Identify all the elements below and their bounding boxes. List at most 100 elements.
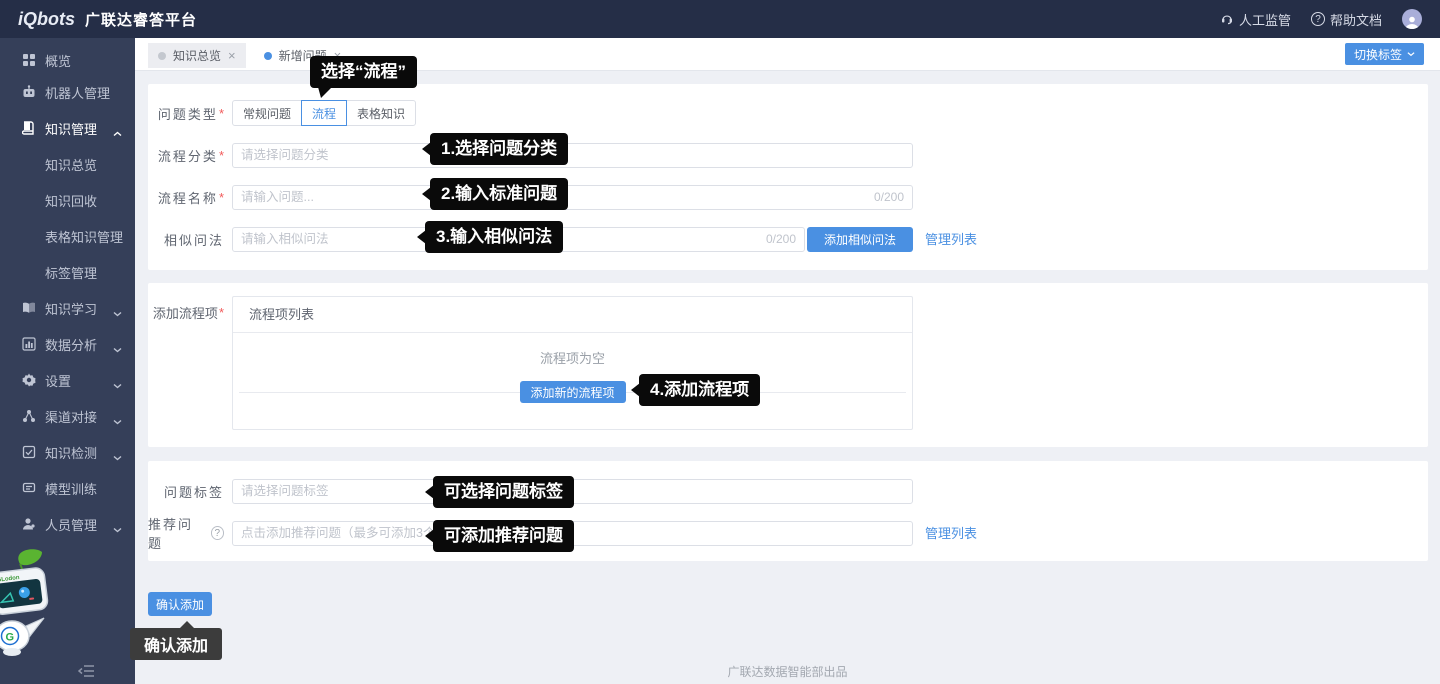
sidebar-item-label: 模型训练 <box>45 479 97 498</box>
tags-panel: 问题标签 推荐问题 ? 管理列表 <box>148 461 1428 561</box>
chevron-up-icon <box>113 125 122 140</box>
manual-review-label: 人工监管 <box>1239 10 1291 29</box>
process-items-list-title: 流程项列表 <box>233 297 912 333</box>
sidebar-item-label: 知识检测 <box>45 443 97 462</box>
required-asterisk: * <box>219 190 224 205</box>
sidebar-item-label: 知识回收 <box>45 191 97 210</box>
question-type-segmented-control: 常规问题 流程 表格知识 <box>232 100 416 126</box>
product-name: 广联达睿答平台 <box>85 9 197 30</box>
sidebar-item-robot-management[interactable]: 机器人管理 <box>0 74 135 110</box>
grid-icon <box>22 53 36 67</box>
sidebar-item-knowledge-management[interactable]: 知识管理 <box>0 110 135 146</box>
sidebar-item-settings[interactable]: 设置 <box>0 362 135 398</box>
sidebar-item-knowledge-overview[interactable]: 知识总览 <box>0 146 135 182</box>
sidebar-item-knowledge-recycle[interactable]: 知识回收 <box>0 182 135 218</box>
sidebar-item-label: 知识学习 <box>45 299 97 318</box>
question-circle-icon: ? <box>1311 12 1325 26</box>
sidebar-item-model-training[interactable]: 模型训练 <box>0 470 135 506</box>
help-docs-link[interactable]: ? 帮助文档 <box>1311 10 1382 29</box>
process-name-input[interactable] <box>232 185 913 210</box>
sidebar-item-table-knowledge-management[interactable]: 表格知识管理 <box>0 218 135 254</box>
close-icon[interactable]: × <box>228 49 236 62</box>
callout-step4: 4.添加流程项 <box>639 374 760 406</box>
process-items-panel: 添加流程项* 流程项列表 流程项为空 添加新的流程项 <box>148 283 1428 447</box>
chevron-down-icon <box>113 341 122 356</box>
process-category-label: 流程分类* <box>148 146 232 165</box>
chevron-down-icon <box>113 449 122 464</box>
question-type-option-process[interactable]: 流程 <box>301 100 347 126</box>
robot-icon <box>22 85 36 99</box>
sidebar-item-label: 设置 <box>45 371 71 390</box>
sidebar-item-personnel-management[interactable]: 人员管理 <box>0 506 135 542</box>
callout-tags: 可选择问题标签 <box>433 476 574 508</box>
svg-text:G: G <box>6 632 15 644</box>
question-type-option-table[interactable]: 表格知识 <box>346 100 416 126</box>
tab-label: 知识总览 <box>173 47 221 64</box>
similar-question-label: 相似问法 <box>148 230 232 249</box>
recommend-question-label: 推荐问题 ? <box>148 514 232 552</box>
sidebar-item-label: 标签管理 <box>45 263 97 282</box>
sidebar-item-label: 知识总览 <box>45 155 97 174</box>
add-similar-question-button[interactable]: 添加相似问法 <box>807 227 913 252</box>
tab-knowledge-overview[interactable]: 知识总览 × <box>148 43 246 68</box>
process-items-empty-text: 流程项为空 <box>233 348 912 367</box>
share-nodes-icon <box>22 409 36 423</box>
sidebar-item-label: 渠道对接 <box>45 407 97 426</box>
manage-recommend-list-link[interactable]: 管理列表 <box>925 521 977 546</box>
question-type-label: 问题类型* <box>148 104 232 123</box>
brand-name: iQbots <box>18 9 75 30</box>
sidebar-item-knowledge-check[interactable]: 知识检测 <box>0 434 135 470</box>
callout-select-process: 选择“流程” <box>310 56 417 88</box>
sidebar-item-knowledge-learning[interactable]: 知识学习 <box>0 290 135 326</box>
sidebar-item-overview[interactable]: 概览 <box>0 42 135 78</box>
bar-chart-icon <box>22 337 36 351</box>
question-type-option-regular[interactable]: 常规问题 <box>232 100 302 126</box>
process-items-box: 流程项列表 流程项为空 添加新的流程项 <box>232 296 913 430</box>
add-process-item-button[interactable]: 添加新的流程项 <box>519 381 625 403</box>
sidebar-item-data-analysis[interactable]: 数据分析 <box>0 326 135 362</box>
required-asterisk: * <box>219 148 224 163</box>
gear-icon <box>22 373 36 387</box>
sidebar-item-label: 表格知识管理 <box>45 227 123 246</box>
headset-icon <box>1220 11 1234 28</box>
manual-review-link[interactable]: 人工监管 <box>1220 10 1291 29</box>
callout-step3: 3.输入相似问法 <box>425 221 563 253</box>
user-avatar[interactable] <box>1402 9 1422 29</box>
question-tags-label: 问题标签 <box>148 482 232 501</box>
chevron-down-icon <box>113 377 122 392</box>
footer-credit: 广联达数据智能部出品 <box>135 663 1440 680</box>
tab-status-dot <box>264 52 272 60</box>
mascot-robot[interactable]: GLodon G <box>0 548 60 658</box>
help-icon[interactable]: ? <box>211 526 225 540</box>
app-header: iQbots 广联达睿答平台 人工监管 ? 帮助文档 <box>0 0 1440 38</box>
help-docs-label: 帮助文档 <box>1330 10 1382 29</box>
sidebar-item-label: 数据分析 <box>45 335 97 354</box>
process-name-label: 流程名称* <box>148 188 232 207</box>
question-basics-panel: 问题类型* 常规问题 流程 表格知识 流程分类* 流程名称* 0/200 <box>148 84 1428 270</box>
process-items-label: 添加流程项* <box>148 303 232 322</box>
chevron-down-icon <box>113 521 122 536</box>
process-category-input[interactable] <box>232 143 913 168</box>
switch-tag-button[interactable]: 切换标签 <box>1345 43 1424 65</box>
sidebar-item-label: 知识管理 <box>45 119 97 138</box>
sidebar-item-tag-management[interactable]: 标签管理 <box>0 254 135 290</box>
collapse-sidebar-icon[interactable] <box>78 664 96 678</box>
callout-recommend: 可添加推荐问题 <box>433 520 574 552</box>
app-logo: iQbots 广联达睿答平台 <box>18 9 197 30</box>
monitor-icon <box>22 481 36 495</box>
required-asterisk: * <box>219 305 224 320</box>
manage-similar-list-link[interactable]: 管理列表 <box>925 227 977 252</box>
callout-step2: 2.输入标准问题 <box>430 178 568 210</box>
chevron-down-icon <box>1407 51 1415 57</box>
sidebar-item-label: 概览 <box>45 51 71 70</box>
main-content: 问题类型* 常规问题 流程 表格知识 流程分类* 流程名称* 0/200 <box>135 71 1440 684</box>
confirm-add-button[interactable]: 确认添加 <box>148 592 212 616</box>
sidebar-item-channel-connection[interactable]: 渠道对接 <box>0 398 135 434</box>
open-book-icon <box>22 301 36 315</box>
tooltip-confirm-add: 确认添加 <box>130 628 222 660</box>
person-icon <box>22 517 36 531</box>
chevron-down-icon <box>113 413 122 428</box>
sidebar-item-label: 机器人管理 <box>45 83 110 102</box>
callout-step1: 1.选择问题分类 <box>430 133 568 165</box>
clipboard-check-icon <box>22 445 36 459</box>
